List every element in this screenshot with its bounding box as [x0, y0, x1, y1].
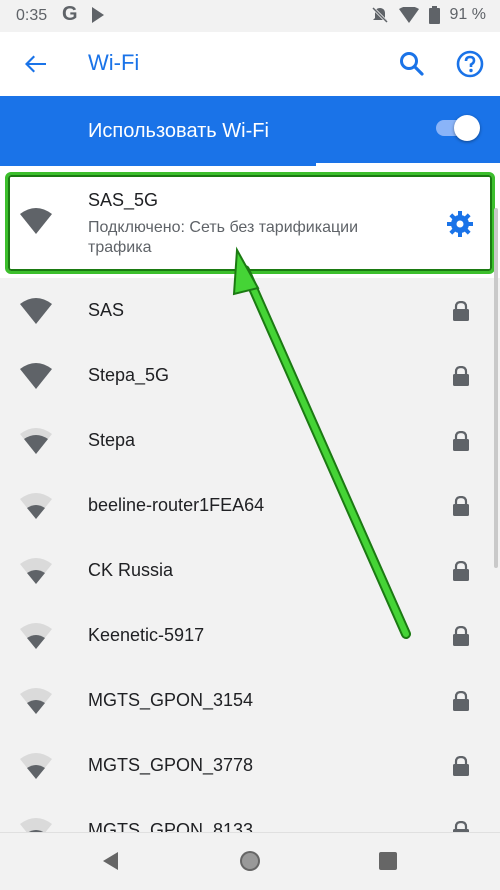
network-name: beeline-router1FEA64 — [88, 495, 265, 515]
network-name: Keenetic-5917 — [88, 625, 205, 645]
wifi-signal-full-icon — [20, 363, 52, 389]
network-row[interactable]: SAS — [0, 278, 500, 343]
network-name: CK Russia — [88, 560, 174, 580]
network-name: SAS — [88, 300, 125, 320]
status-time: 0:35 — [16, 7, 48, 24]
lock-icon — [453, 366, 469, 386]
wifi-signal-full-icon — [20, 208, 52, 234]
back-arrow-icon[interactable] — [20, 48, 52, 80]
connected-network-row[interactable]: SAS_5G Подключено: Сеть без тарификации … — [0, 166, 500, 278]
nav-home-icon[interactable] — [239, 850, 261, 872]
network-name: MGTS_GPON_3154 — [88, 690, 254, 710]
wifi-signal-low-icon — [20, 688, 52, 714]
lock-icon — [453, 691, 469, 711]
status-bar: 0:35 G 91 % — [0, 0, 500, 32]
wifi-switch[interactable] — [436, 115, 480, 141]
network-row[interactable]: Stepa — [0, 408, 500, 473]
wifi-signal-low-icon — [20, 558, 52, 584]
lock-icon — [453, 626, 469, 646]
battery-icon — [428, 6, 440, 24]
app-bar: Wi-Fi — [0, 32, 500, 96]
help-icon[interactable] — [454, 48, 486, 80]
wifi-toggle-row[interactable]: Использовать Wi-Fi — [0, 96, 500, 166]
nav-recent-apps-icon[interactable] — [378, 851, 398, 871]
search-icon[interactable] — [396, 48, 428, 80]
switch-knob — [454, 115, 480, 141]
lock-icon — [453, 301, 469, 321]
wifi-status-icon — [398, 7, 419, 23]
play-store-icon — [92, 7, 104, 23]
network-name: Stepa — [88, 430, 136, 450]
lock-icon — [453, 431, 469, 451]
scrollbar[interactable] — [494, 208, 498, 568]
network-name: Stepa_5G — [88, 365, 170, 385]
lock-icon — [453, 561, 469, 581]
connected-network-status: Подключено: Сеть без тарификации трафика — [88, 219, 359, 256]
wifi-signal-low-icon — [20, 493, 52, 519]
wifi-toggle-label: Использовать Wi-Fi — [88, 120, 269, 142]
lock-icon — [453, 756, 469, 776]
google-icon: G — [62, 3, 78, 25]
page-title: Wi-Fi — [88, 50, 140, 75]
network-name: MGTS_GPON_3778 — [88, 755, 254, 775]
connected-network-name: SAS_5G — [88, 190, 159, 210]
wifi-signal-low-icon — [20, 623, 52, 649]
network-row[interactable]: Stepa_5G — [0, 343, 500, 408]
battery-percent: 91 % — [449, 6, 486, 23]
nav-back-icon[interactable] — [100, 850, 122, 872]
network-row[interactable]: MGTS_GPON_3778 — [0, 733, 500, 798]
wifi-signal-full-icon — [20, 298, 52, 324]
system-nav-bar — [0, 832, 500, 890]
gear-icon[interactable] — [446, 210, 474, 238]
wifi-signal-medium-icon — [20, 428, 52, 454]
wifi-signal-low-icon — [20, 753, 52, 779]
mute-bell-icon — [371, 6, 388, 24]
lock-icon — [453, 496, 469, 516]
network-row[interactable]: beeline-router1FEA64 — [0, 473, 500, 538]
network-row[interactable]: Keenetic-5917 — [0, 603, 500, 668]
network-row[interactable]: MGTS_GPON_3154 — [0, 668, 500, 733]
network-row[interactable]: CK Russia — [0, 538, 500, 603]
